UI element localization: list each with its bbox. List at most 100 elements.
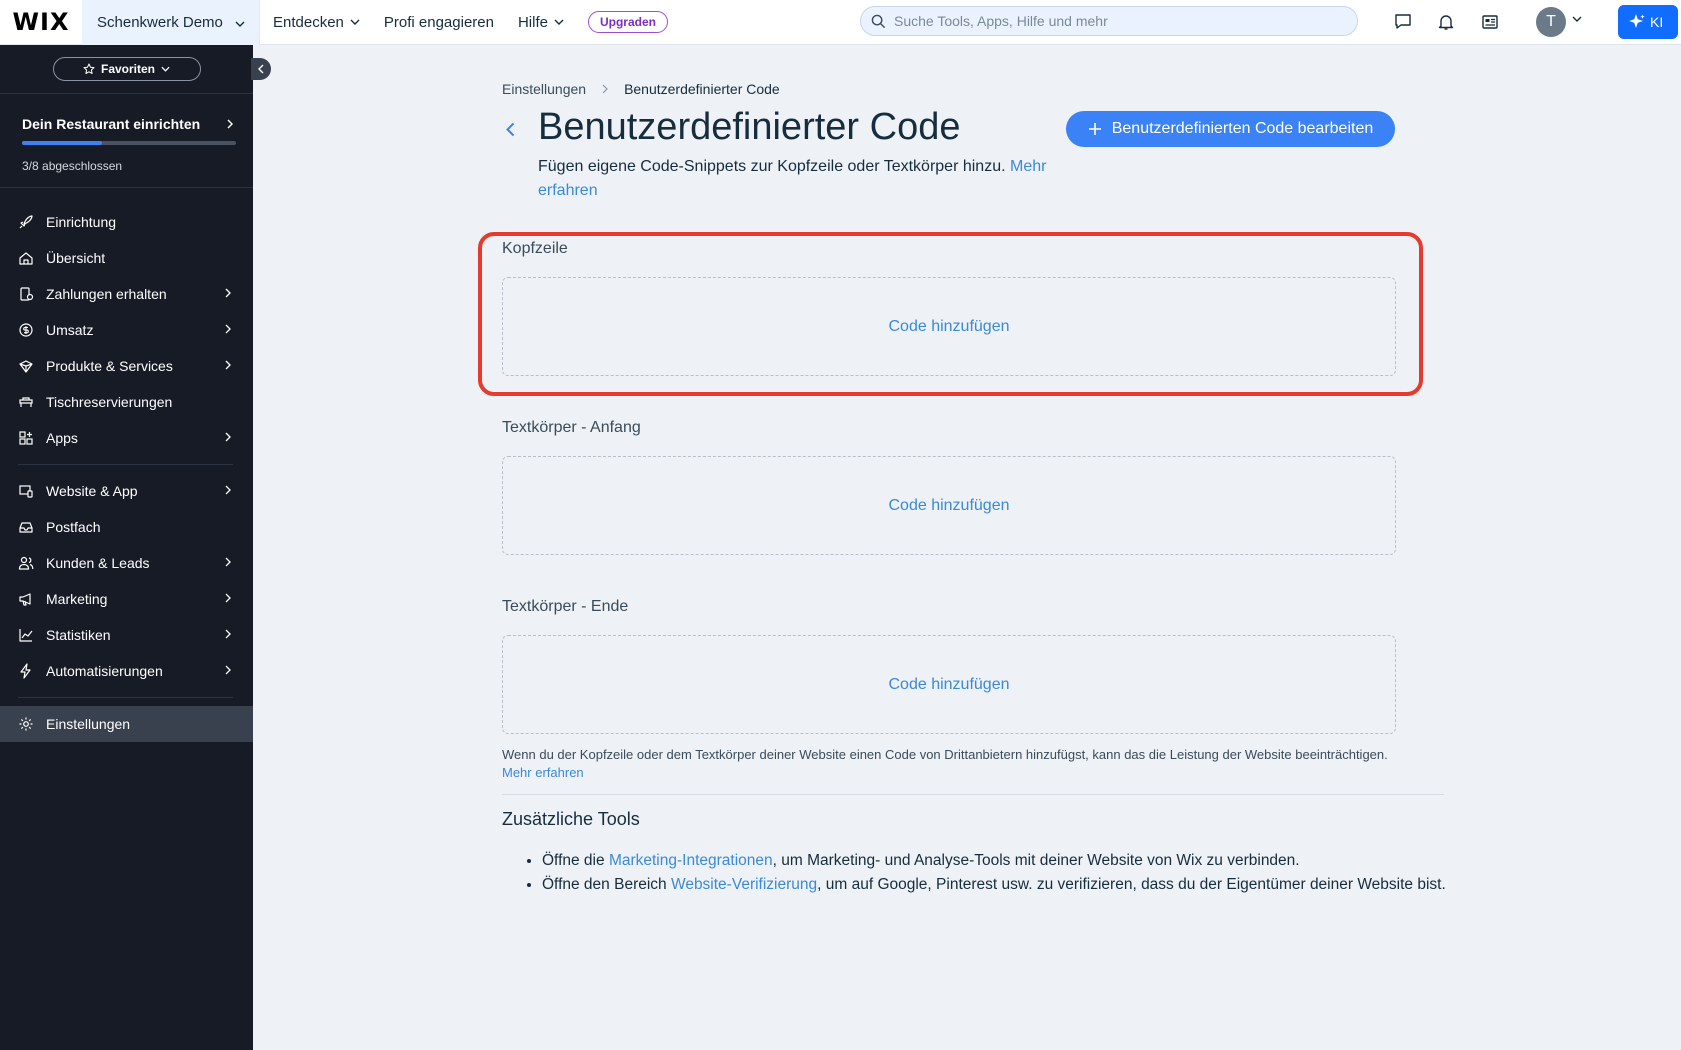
news-icon[interactable] bbox=[1479, 11, 1501, 33]
search-input[interactable] bbox=[894, 13, 1324, 29]
sidebar-item-kunden-leads[interactable]: Kunden & Leads bbox=[0, 545, 253, 581]
page-subtitle-text: Fügen eigene Code-Snippets zur Kopfzeile… bbox=[538, 158, 1006, 175]
setup-title: Dein Restaurant einrichten bbox=[22, 116, 201, 132]
chevron-right-icon bbox=[225, 557, 231, 567]
sidebar-item-label: Einstellungen bbox=[46, 716, 131, 732]
chevron-down-icon bbox=[350, 19, 360, 25]
breadcrumb-settings[interactable]: Einstellungen bbox=[502, 81, 586, 97]
chat-icon[interactable] bbox=[1392, 11, 1414, 33]
breadcrumb-current: Benutzerdefinierter Code bbox=[624, 81, 780, 97]
search-bar[interactable] bbox=[860, 6, 1358, 36]
plus-icon bbox=[1088, 123, 1101, 135]
upgrade-button[interactable]: Upgraden bbox=[587, 11, 668, 33]
sidebar-item-postfach[interactable]: Postfach bbox=[0, 509, 253, 545]
nav-hilfe[interactable]: Hilfe bbox=[518, 14, 564, 31]
chevron-right-icon bbox=[225, 593, 231, 603]
back-button[interactable] bbox=[500, 118, 520, 140]
sidebar-item-label: Marketing bbox=[46, 591, 108, 607]
chevron-right-icon bbox=[602, 84, 608, 94]
setup-progress-bar bbox=[22, 141, 236, 145]
sidebar-item-website-app[interactable]: Website & App bbox=[0, 473, 253, 509]
sidebar-item-label: Übersicht bbox=[46, 250, 106, 266]
chevron-left-icon bbox=[505, 122, 514, 136]
sidebar-item-label: Kunden & Leads bbox=[46, 555, 150, 571]
site-name: Schenkwerk Demo bbox=[97, 13, 223, 31]
bell-icon[interactable] bbox=[1435, 11, 1457, 33]
divider bbox=[502, 794, 1444, 795]
list-item: Öffne die Marketing-Integrationen, um Ma… bbox=[542, 849, 1446, 873]
add-code-body-end-link[interactable]: Code hinzufügen bbox=[889, 676, 1010, 694]
edit-custom-code-label: Benutzerdefinierten Code bearbeiten bbox=[1111, 120, 1374, 137]
setup-progress-fill bbox=[22, 141, 103, 145]
section-label-body-end: Textkörper - Ende bbox=[502, 598, 629, 615]
website-icon bbox=[18, 483, 34, 499]
nav-profi-label: Profi engagieren bbox=[383, 13, 494, 31]
additional-tools-title: Zusätzliche Tools bbox=[502, 809, 640, 829]
site-verification-link[interactable]: Website-Verifizierung bbox=[671, 876, 817, 893]
table-icon bbox=[18, 394, 34, 410]
add-code-head-box[interactable]: Code hinzufügen bbox=[502, 277, 1396, 376]
sidebar-item-apps[interactable]: Apps bbox=[0, 420, 253, 456]
sidebar-item-einstellungen[interactable]: Einstellungen bbox=[0, 706, 253, 742]
ai-button[interactable]: KI bbox=[1618, 5, 1678, 39]
ai-label: KI bbox=[1650, 14, 1664, 30]
payment-icon bbox=[18, 286, 34, 302]
sidebar-item-automatisierungen[interactable]: Automatisierungen bbox=[0, 653, 253, 689]
tool-text: Öffne die bbox=[542, 852, 609, 869]
menu-divider bbox=[18, 697, 233, 698]
favorites-label: Favoriten bbox=[100, 62, 155, 76]
site-switcher[interactable]: Schenkwerk Demo bbox=[82, 0, 260, 45]
bolt-icon bbox=[18, 663, 34, 679]
chevron-right-icon bbox=[225, 485, 231, 495]
chevron-right-icon bbox=[225, 360, 231, 370]
chevron-right-icon bbox=[225, 629, 231, 639]
sidebar-item-label: Statistiken bbox=[46, 627, 111, 643]
nav-profi-engagieren[interactable]: Profi engagieren bbox=[384, 14, 494, 31]
sidebar-item-label: Umsatz bbox=[46, 322, 94, 338]
add-code-body-end-box[interactable]: Code hinzufügen bbox=[502, 635, 1396, 734]
sidebar-item-label: Postfach bbox=[46, 519, 101, 535]
edit-custom-code-button[interactable]: Benutzerdefinierten Code bearbeiten bbox=[1066, 111, 1395, 147]
wix-logo[interactable]: WIX bbox=[0, 0, 82, 45]
section-label-head: Kopfzeile bbox=[502, 240, 568, 257]
sidebar-item-übersicht[interactable]: Übersicht bbox=[0, 240, 253, 276]
add-code-body-start-box[interactable]: Code hinzufügen bbox=[502, 456, 1396, 555]
apps-icon bbox=[18, 430, 34, 446]
add-code-head-link[interactable]: Code hinzufügen bbox=[889, 318, 1010, 336]
sidebar-item-label: Automatisierungen bbox=[46, 663, 163, 679]
chevron-right-icon bbox=[225, 324, 231, 334]
sidebar-item-label: Apps bbox=[46, 430, 78, 446]
chevron-down-icon bbox=[235, 14, 245, 31]
sidebar-item-marketing[interactable]: Marketing bbox=[0, 581, 253, 617]
list-item: Öffne den Bereich Website-Verifizierung,… bbox=[542, 873, 1446, 897]
page-subtitle: Fügen eigene Code-Snippets zur Kopfzeile… bbox=[538, 155, 1058, 203]
megaphone-icon bbox=[18, 591, 34, 607]
chart-icon bbox=[18, 627, 34, 643]
sidebar-item-label: Zahlungen erhalten bbox=[46, 286, 167, 302]
avatar[interactable]: T bbox=[1536, 7, 1566, 37]
nav-entdecken[interactable]: Entdecken bbox=[273, 14, 360, 31]
marketing-integrations-link[interactable]: Marketing-Integrationen bbox=[609, 852, 773, 869]
notice-text: Wenn du der Kopfzeile oder dem Textkörpe… bbox=[502, 747, 1388, 762]
setup-progress-text: 3/8 abgeschlossen bbox=[22, 159, 123, 173]
people-icon bbox=[18, 555, 34, 571]
sidebar-item-einrichtung[interactable]: Einrichtung bbox=[0, 204, 253, 240]
dollar-icon bbox=[18, 322, 34, 338]
chevron-right-icon bbox=[225, 665, 231, 675]
notice-learn-more-link[interactable]: Mehr erfahren bbox=[502, 765, 584, 780]
sidebar-item-zahlungen-erhalten[interactable]: Zahlungen erhalten bbox=[0, 276, 253, 312]
sidebar-item-umsatz[interactable]: Umsatz bbox=[0, 312, 253, 348]
add-code-body-start-link[interactable]: Code hinzufügen bbox=[889, 497, 1010, 515]
sidebar-item-statistiken[interactable]: Statistiken bbox=[0, 617, 253, 653]
sidebar-item-produkte-services[interactable]: Produkte & Services bbox=[0, 348, 253, 384]
breadcrumb: Einstellungen Benutzerdefinierter Code bbox=[502, 81, 780, 97]
favorites-button[interactable]: Favoriten bbox=[52, 57, 201, 81]
chevron-down-icon bbox=[161, 66, 170, 72]
setup-progress-card[interactable]: Dein Restaurant einrichten 3/8 abgeschlo… bbox=[0, 93, 253, 188]
sidebar-item-label: Website & App bbox=[46, 483, 138, 499]
sidebar-item-tischreservierungen[interactable]: Tischreservierungen bbox=[0, 384, 253, 420]
chevron-down-icon[interactable] bbox=[1572, 16, 1582, 22]
gear-icon bbox=[18, 716, 34, 732]
collapse-sidebar-button[interactable] bbox=[251, 58, 271, 80]
sidebar-item-label: Tischreservierungen bbox=[46, 394, 173, 410]
